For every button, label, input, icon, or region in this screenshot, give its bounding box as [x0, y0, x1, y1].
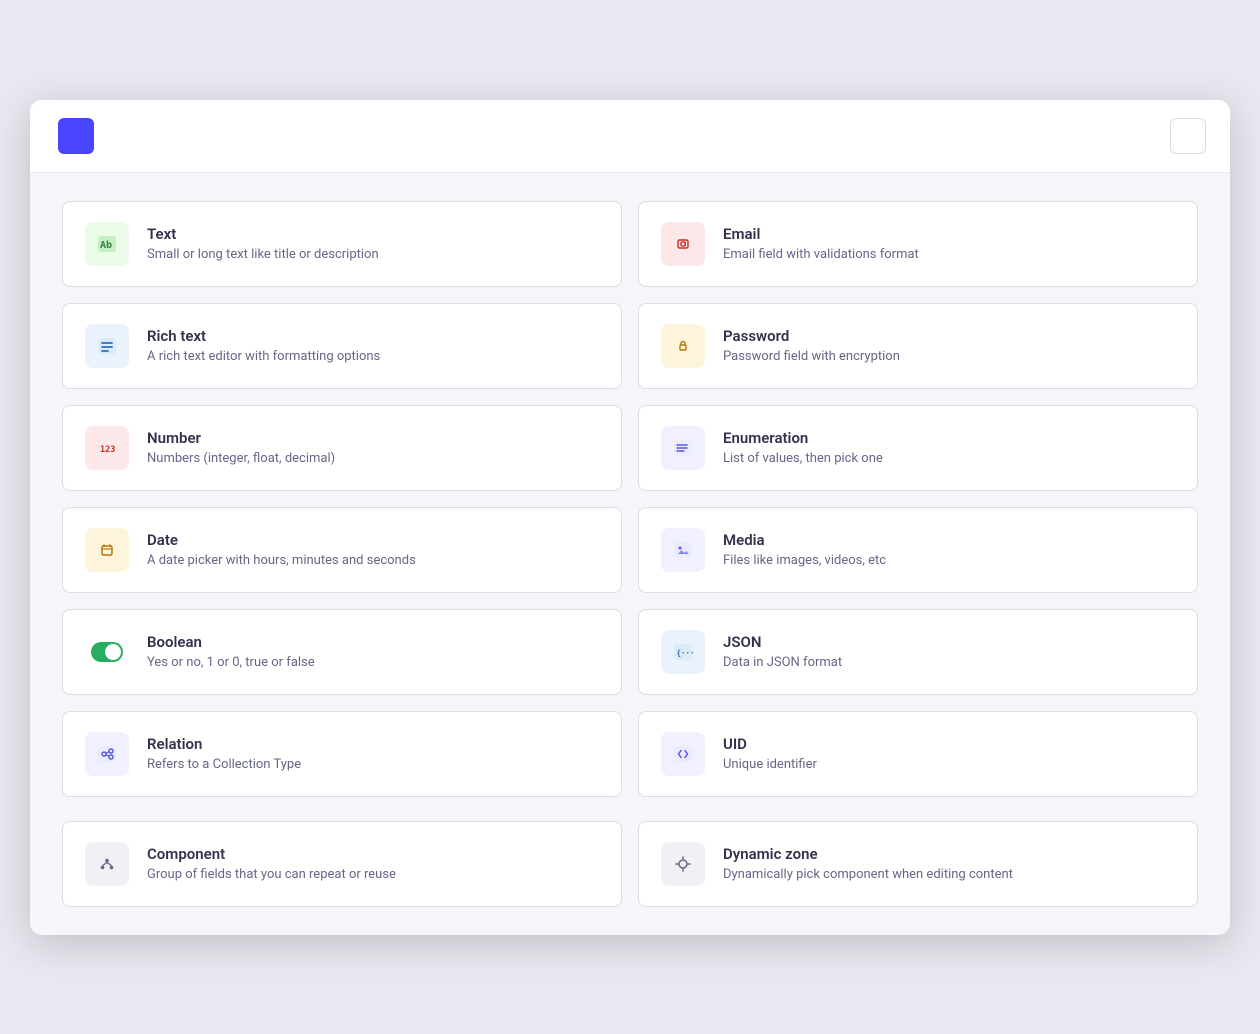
- uid-content: UID Unique identifier: [723, 735, 817, 772]
- dynamic-zone-desc: Dynamically pick component when editing …: [723, 867, 1013, 882]
- media-content: Media Files like images, videos, etc: [723, 531, 886, 568]
- uid-desc: Unique identifier: [723, 757, 817, 772]
- boolean-icon: [85, 638, 129, 666]
- card-uid[interactable]: UID Unique identifier: [638, 711, 1198, 797]
- date-desc: A date picker with hours, minutes and se…: [147, 553, 416, 568]
- field-type-grid: Ab Text Small or long text like title or…: [62, 201, 1198, 797]
- svg-text:123: 123: [100, 445, 115, 455]
- uid-icon: [661, 732, 705, 776]
- svg-text:Ab: Ab: [100, 240, 112, 251]
- enumeration-title: Enumeration: [723, 429, 883, 447]
- component-content: Component Group of fields that you can r…: [147, 845, 396, 882]
- component-desc: Group of fields that you can repeat or r…: [147, 867, 396, 882]
- text-desc: Small or long text like title or descrip…: [147, 247, 379, 262]
- richtext-content: Rich text A rich text editor with format…: [147, 327, 380, 364]
- uid-title: UID: [723, 735, 817, 753]
- card-email[interactable]: Email Email field with validations forma…: [638, 201, 1198, 287]
- number-content: Number Numbers (integer, float, decimal): [147, 429, 335, 466]
- password-content: Password Password field with encryption: [723, 327, 900, 364]
- email-content: Email Email field with validations forma…: [723, 225, 919, 262]
- boolean-desc: Yes or no, 1 or 0, true or false: [147, 655, 315, 670]
- email-title: Email: [723, 225, 919, 243]
- richtext-icon: [85, 324, 129, 368]
- json-content: JSON Data in JSON format: [723, 633, 842, 670]
- media-desc: Files like images, videos, etc: [723, 553, 886, 568]
- bottom-grid: Component Group of fields that you can r…: [62, 821, 1198, 907]
- json-title: JSON: [723, 633, 842, 651]
- text-icon: Ab: [85, 222, 129, 266]
- relation-desc: Refers to a Collection Type: [147, 757, 301, 772]
- boolean-title: Boolean: [147, 633, 315, 651]
- media-icon: [661, 528, 705, 572]
- enumeration-desc: List of values, then pick one: [723, 451, 883, 466]
- json-icon: {···}: [661, 630, 705, 674]
- relation-title: Relation: [147, 735, 301, 753]
- card-password[interactable]: Password Password field with encryption: [638, 303, 1198, 389]
- email-desc: Email field with validations format: [723, 247, 919, 262]
- card-boolean[interactable]: Boolean Yes or no, 1 or 0, true or false: [62, 609, 622, 695]
- date-content: Date A date picker with hours, minutes a…: [147, 531, 416, 568]
- password-title: Password: [723, 327, 900, 345]
- password-icon: [661, 324, 705, 368]
- card-json[interactable]: {···} JSON Data in JSON format: [638, 609, 1198, 695]
- date-title: Date: [147, 531, 416, 549]
- media-title: Media: [723, 531, 886, 549]
- dynamic-zone-icon: [661, 842, 705, 886]
- richtext-desc: A rich text editor with formatting optio…: [147, 349, 380, 364]
- close-button[interactable]: [1170, 118, 1206, 154]
- password-desc: Password field with encryption: [723, 349, 900, 364]
- boolean-content: Boolean Yes or no, 1 or 0, true or false: [147, 633, 315, 670]
- card-component[interactable]: Component Group of fields that you can r…: [62, 821, 622, 907]
- modal-body: Ab Text Small or long text like title or…: [30, 173, 1230, 935]
- card-number[interactable]: 123 Number Numbers (integer, float, deci…: [62, 405, 622, 491]
- email-icon: [661, 222, 705, 266]
- date-icon: [85, 528, 129, 572]
- number-desc: Numbers (integer, float, decimal): [147, 451, 335, 466]
- svg-text:{···}: {···}: [677, 648, 696, 657]
- text-title: Text: [147, 225, 379, 243]
- card-date[interactable]: Date A date picker with hours, minutes a…: [62, 507, 622, 593]
- json-desc: Data in JSON format: [723, 655, 842, 670]
- dynamic-zone-title: Dynamic zone: [723, 845, 1013, 863]
- ct-badge: [58, 118, 94, 154]
- card-text[interactable]: Ab Text Small or long text like title or…: [62, 201, 622, 287]
- card-dynamic-zone[interactable]: Dynamic zone Dynamically pick component …: [638, 821, 1198, 907]
- card-media[interactable]: Media Files like images, videos, etc: [638, 507, 1198, 593]
- modal-header: [30, 100, 1230, 173]
- card-richtext[interactable]: Rich text A rich text editor with format…: [62, 303, 622, 389]
- section-divider: [62, 797, 1198, 821]
- number-icon: 123: [85, 426, 129, 470]
- richtext-title: Rich text: [147, 327, 380, 345]
- dynamic-zone-content: Dynamic zone Dynamically pick component …: [723, 845, 1013, 882]
- card-enumeration[interactable]: Enumeration List of values, then pick on…: [638, 405, 1198, 491]
- number-title: Number: [147, 429, 335, 447]
- card-relation[interactable]: Relation Refers to a Collection Type: [62, 711, 622, 797]
- component-icon: [85, 842, 129, 886]
- text-content: Text Small or long text like title or de…: [147, 225, 379, 262]
- relation-icon: [85, 732, 129, 776]
- enumeration-content: Enumeration List of values, then pick on…: [723, 429, 883, 466]
- enumeration-icon: [661, 426, 705, 470]
- relation-content: Relation Refers to a Collection Type: [147, 735, 301, 772]
- modal-container: Ab Text Small or long text like title or…: [30, 100, 1230, 935]
- component-title: Component: [147, 845, 396, 863]
